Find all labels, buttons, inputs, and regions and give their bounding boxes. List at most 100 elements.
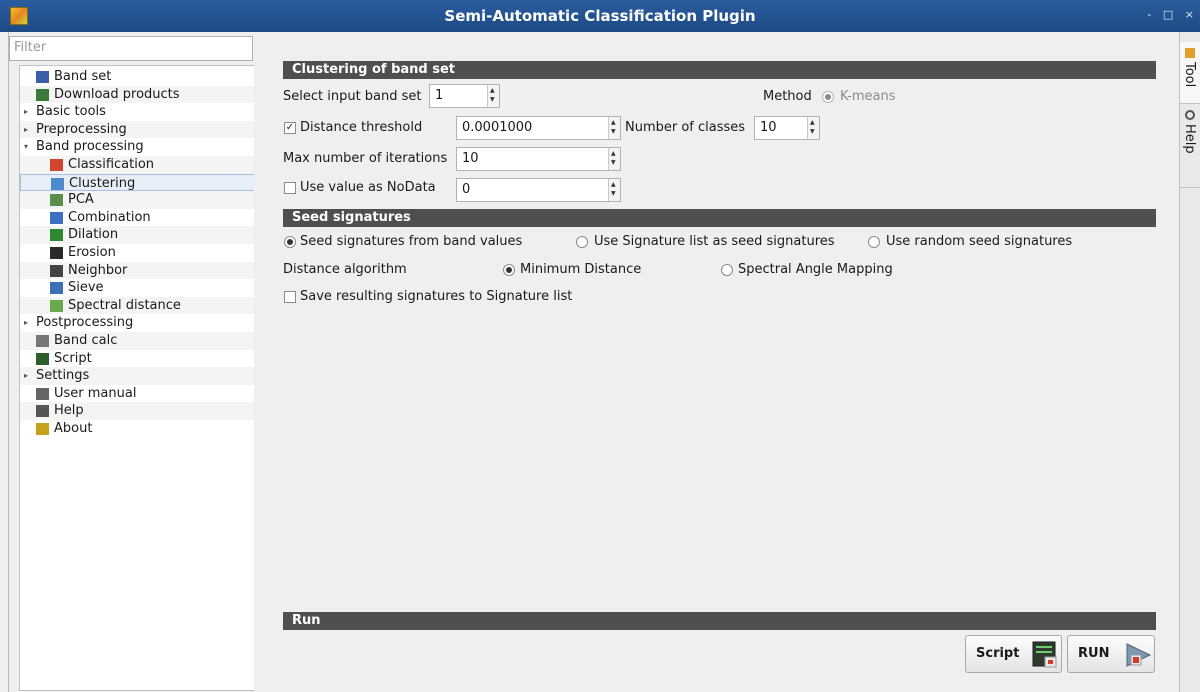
num-classes-spinbox[interactable]: 10 ▲ ▼ <box>754 116 820 140</box>
sidebar-item-about[interactable]: About <box>20 420 260 438</box>
tab-help-label: Help <box>1182 124 1197 154</box>
clustering-icon <box>51 177 64 190</box>
nodata-checkbox[interactable] <box>284 182 296 194</box>
sidebar-item-band-processing[interactable]: ▾ Band processing <box>20 138 260 156</box>
sidebar-item-user-manual[interactable]: User manual <box>20 385 260 403</box>
tab-tool-label: Tool <box>1182 62 1197 88</box>
sidebar-item-label: Basic tools <box>36 104 106 120</box>
download-icon <box>36 88 49 101</box>
sidebar-item-label: Sieve <box>68 280 104 296</box>
spinbox-arrows[interactable]: ▲ ▼ <box>487 85 499 107</box>
chevron-right-icon[interactable]: ▸ <box>24 103 28 120</box>
band-set-icon <box>36 71 49 83</box>
sidebar-item-label: Classification <box>68 156 155 172</box>
min-distance-radio[interactable] <box>503 264 515 276</box>
run-button[interactable]: RUN <box>1067 635 1155 673</box>
sidebar-item-label: Script <box>54 350 92 366</box>
sidebar-item-help[interactable]: Help <box>20 402 260 420</box>
distance-threshold-checkbox[interactable]: ✓ <box>284 122 296 134</box>
user-manual-icon <box>36 387 49 400</box>
script-button[interactable]: Script <box>965 635 1062 673</box>
filter-input[interactable]: Filter <box>9 36 253 61</box>
sidebar-item-preprocessing[interactable]: ▸ Preprocessing <box>20 120 260 139</box>
run-icon <box>1126 643 1152 667</box>
nodata-value: 0 <box>462 182 471 197</box>
spinbox-arrows[interactable]: ▲ ▼ <box>807 117 819 139</box>
sidebar-item-band-calc[interactable]: Band calc <box>20 331 260 350</box>
erosion-icon <box>50 246 63 259</box>
sidebar-item-label: User manual <box>54 385 137 401</box>
sidebar-item-settings[interactable]: ▸ Settings <box>20 367 260 385</box>
sidebar-item-clustering[interactable]: Clustering <box>20 173 260 192</box>
method-label: Method <box>763 89 812 104</box>
sidebar-item-label: Combination <box>68 209 151 225</box>
max-iterations-spinbox[interactable]: 10 ▲ ▼ <box>456 147 621 171</box>
sidebar-item-spectral-distance[interactable]: Spectral distance <box>20 296 260 315</box>
seed-random-label: Use random seed signatures <box>886 234 1073 249</box>
sidebar-item-label: Band calc <box>54 332 118 348</box>
window-title: Semi-Automatic Classification Plugin <box>444 7 756 25</box>
run-button-label: RUN <box>1078 646 1110 661</box>
arrow-down-icon: ▼ <box>611 190 616 197</box>
sidebar-item-neighbor[interactable]: Neighbor <box>20 261 260 280</box>
sidebar-item-sieve[interactable]: Sieve <box>20 279 260 297</box>
max-iterations-value: 10 <box>462 151 479 166</box>
sidebar-item-basic-tools[interactable]: ▸ Basic tools <box>20 103 260 121</box>
band-calc-icon <box>36 334 49 347</box>
chevron-right-icon[interactable]: ▸ <box>24 314 28 331</box>
chevron-down-icon[interactable]: ▾ <box>24 138 28 155</box>
chevron-right-icon[interactable]: ▸ <box>24 367 28 384</box>
arrow-up-icon: ▲ <box>611 150 616 157</box>
kmeans-radio[interactable] <box>822 91 834 103</box>
seed-signatures-header: Seed signatures <box>283 209 1156 227</box>
about-icon <box>36 422 49 435</box>
sidebar-item-combination[interactable]: Combination <box>20 209 260 227</box>
chevron-right-icon[interactable]: ▸ <box>24 121 28 138</box>
help-icon <box>1185 110 1195 120</box>
kmeans-label: K-means <box>840 89 896 104</box>
sidebar-item-script[interactable]: Script <box>20 350 260 368</box>
sidebar-item-label: Postprocessing <box>36 315 134 331</box>
seed-signature-list-radio[interactable] <box>576 236 588 248</box>
left-panel: Filter Band set Download products ▸ Basic t… <box>8 32 261 692</box>
spinbox-arrows[interactable]: ▲ ▼ <box>608 117 620 139</box>
sidebar-item-pca[interactable]: PCA <box>20 191 260 209</box>
sidebar-item-label: Neighbor <box>68 262 128 278</box>
save-signatures-checkbox[interactable] <box>284 291 296 303</box>
distance-threshold-label: Distance threshold <box>300 120 423 135</box>
num-classes-value: 10 <box>760 120 777 135</box>
tab-help[interactable]: Help <box>1180 104 1200 188</box>
sidebar-item-postprocessing[interactable]: ▸ Postprocessing <box>20 314 260 332</box>
sidebar-item-classification[interactable]: Classification <box>20 155 260 174</box>
tab-tool[interactable]: Tool <box>1180 42 1200 104</box>
sieve-icon <box>50 282 63 295</box>
spinbox-arrows[interactable]: ▲ ▼ <box>608 179 620 201</box>
dilation-icon <box>50 229 63 242</box>
arrow-down-icon: ▼ <box>490 96 495 103</box>
distance-threshold-spinbox[interactable]: 0.0001000 ▲ ▼ <box>456 116 621 140</box>
sidebar-item-erosion[interactable]: Erosion <box>20 244 260 262</box>
window-controls[interactable]: - □ × <box>1147 8 1198 21</box>
sidebar-item-band-set[interactable]: Band set <box>20 68 260 86</box>
sidebar-item-dilation[interactable]: Dilation <box>20 226 260 244</box>
sidebar-item-label: Clustering <box>69 175 136 191</box>
sam-radio[interactable] <box>721 264 733 276</box>
num-classes-label: Number of classes <box>625 120 746 135</box>
run-header: Run <box>283 612 1156 630</box>
seed-band-values-label: Seed signatures from band values <box>300 234 523 249</box>
distance-algorithm-label: Distance algorithm <box>283 262 407 277</box>
nodata-spinbox[interactable]: 0 ▲ ▼ <box>456 178 621 202</box>
arrow-up-icon: ▲ <box>810 119 815 126</box>
max-iterations-label: Max number of iterations <box>283 151 448 166</box>
sidebar-item-label: Erosion <box>68 244 116 260</box>
sidebar-item-download-products[interactable]: Download products <box>20 85 260 104</box>
seed-band-values-radio[interactable] <box>284 236 296 248</box>
tool-tree: Band set Download products ▸ Basic tools ▸ Pr… <box>19 65 261 691</box>
input-band-set-spinbox[interactable]: 1 ▲ ▼ <box>429 84 500 108</box>
sidebar-item-label: Help <box>54 403 84 419</box>
script-button-label: Script <box>976 646 1020 661</box>
combination-icon <box>50 211 63 224</box>
seed-random-radio[interactable] <box>868 236 880 248</box>
arrow-up-icon: ▲ <box>490 87 495 94</box>
spinbox-arrows[interactable]: ▲ ▼ <box>608 148 620 170</box>
